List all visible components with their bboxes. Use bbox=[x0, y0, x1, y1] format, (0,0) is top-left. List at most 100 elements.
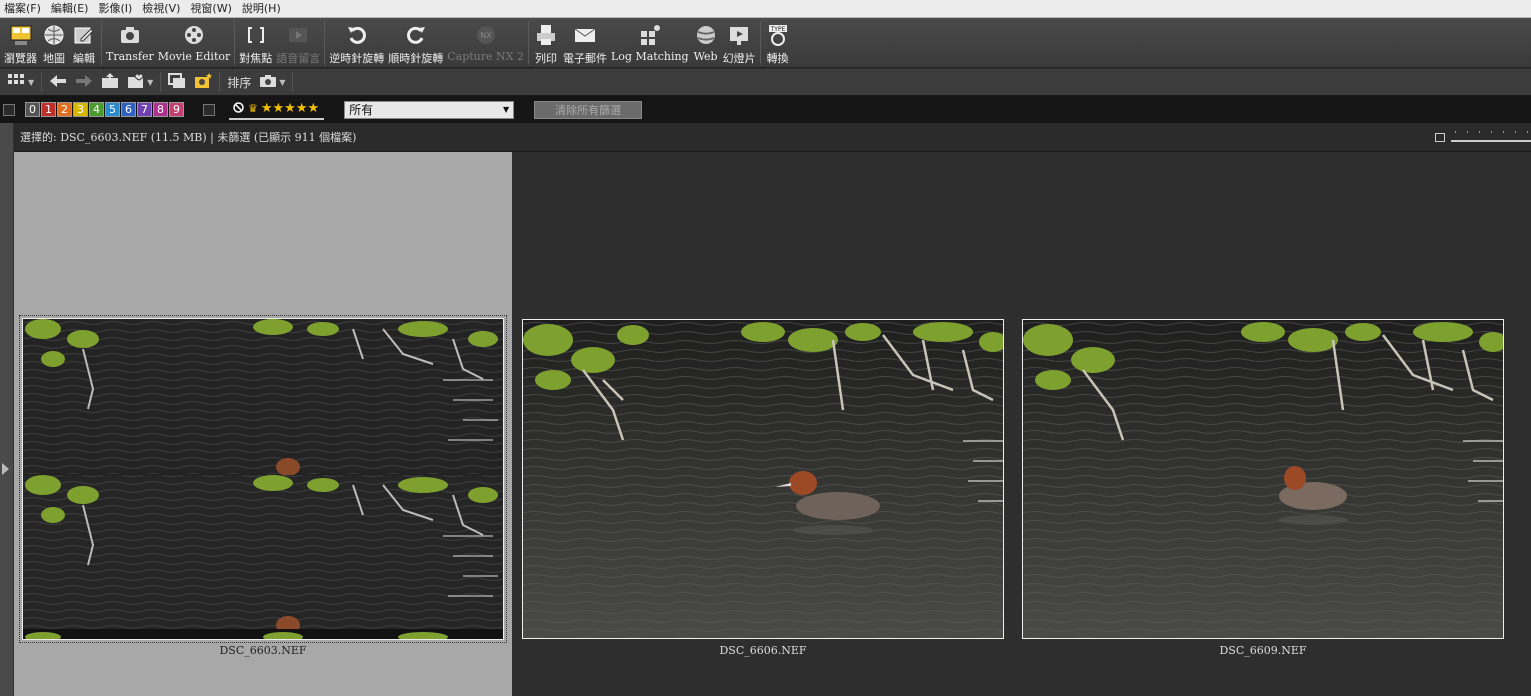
label-filter-5[interactable]: 5 bbox=[105, 102, 120, 117]
menu-help[interactable]: 說明(H) bbox=[238, 0, 287, 18]
thumbnail-cell[interactable]: DSC_6606.NEF bbox=[514, 152, 1012, 696]
svg-text:NX: NX bbox=[480, 31, 492, 40]
edit-button[interactable]: 編輯 bbox=[69, 18, 99, 66]
thumbnail-image bbox=[1023, 320, 1503, 638]
printer-icon bbox=[533, 22, 559, 48]
filter-select[interactable]: 所有 ▼ bbox=[344, 100, 515, 119]
view-mode-button[interactable]: ▼ bbox=[4, 71, 38, 93]
web-globe-icon bbox=[693, 22, 719, 48]
favorite-folder-button[interactable]: ▼ bbox=[123, 71, 157, 93]
menu-window[interactable]: 視窗(W) bbox=[186, 0, 237, 18]
label-filter-1[interactable]: 1 bbox=[41, 102, 56, 117]
expand-panel-icon[interactable] bbox=[2, 463, 9, 475]
pencil-icon bbox=[71, 22, 97, 48]
compare-button[interactable] bbox=[164, 71, 190, 93]
camera-icon bbox=[259, 74, 277, 91]
left-panel-strip[interactable] bbox=[0, 123, 14, 696]
label-filter-3[interactable]: 3 bbox=[73, 102, 88, 117]
label-filter-7[interactable]: 7 bbox=[137, 102, 152, 117]
capture-nx2-button[interactable]: NX Capture NX 2 bbox=[445, 18, 526, 66]
camera-star-icon bbox=[194, 72, 213, 92]
main-toolbar: 瀏覽器 地圖 編輯 Transfer Movie Editor 對焦點 語音留言… bbox=[0, 18, 1531, 68]
convert-button[interactable]: TYPE 轉換 bbox=[763, 18, 793, 66]
menu-view[interactable]: 檢視(V) bbox=[138, 0, 186, 18]
svg-text:TYPE: TYPE bbox=[769, 26, 785, 33]
film-reel-icon bbox=[181, 22, 207, 48]
rating-filter[interactable]: ♛ ★★★★★ bbox=[229, 100, 325, 120]
back-button[interactable] bbox=[45, 71, 71, 93]
chevron-down-icon: ▼ bbox=[147, 77, 154, 87]
thumbnail-image bbox=[523, 320, 1003, 638]
thumbnail-grid: DSC_6603.NEF DSC_6606.NEF DSC_6609.NEF bbox=[14, 152, 1531, 696]
secondary-toolbar: ▼ ▼ 排序 ▼ bbox=[0, 69, 1531, 96]
label-filter-2[interactable]: 2 bbox=[57, 102, 72, 117]
convert-type-icon: TYPE bbox=[765, 22, 791, 48]
status-bar: 選擇的: DSC_6603.NEF (11.5 MB) | 未篩選 (已顯示 9… bbox=[14, 123, 1531, 152]
thumbnail-cell[interactable]: DSC_6609.NEF bbox=[1014, 152, 1512, 696]
size-slider-track[interactable] bbox=[1451, 127, 1531, 147]
label-filter-8[interactable]: 8 bbox=[153, 102, 168, 117]
focus-bracket-icon bbox=[243, 22, 269, 48]
thumbnail-cell[interactable]: DSC_6603.NEF bbox=[14, 152, 512, 696]
focus-point-button[interactable]: 對焦點 bbox=[237, 18, 274, 66]
selection-status: 選擇的: DSC_6603.NEF (11.5 MB) | 未篩選 (已顯示 9… bbox=[20, 131, 357, 144]
globe-icon bbox=[41, 22, 67, 48]
movie-editor-button[interactable]: Movie Editor bbox=[156, 18, 233, 66]
rating-filter-checkbox[interactable] bbox=[203, 103, 215, 116]
thumbnail-size-slider[interactable] bbox=[1435, 127, 1531, 147]
slideshow-icon bbox=[726, 22, 752, 48]
browser-button[interactable]: 瀏覽器 bbox=[2, 18, 39, 66]
browser-icon bbox=[8, 22, 34, 48]
envelope-icon bbox=[572, 22, 598, 48]
voice-memo-icon bbox=[285, 22, 311, 48]
grid-icon bbox=[8, 73, 26, 91]
label-filter-6[interactable]: 6 bbox=[121, 102, 136, 117]
rating-stars: ★★★★★ bbox=[260, 101, 320, 116]
menu-file[interactable]: 檔案(F) bbox=[0, 0, 47, 18]
log-matching-button[interactable]: Log Matching bbox=[609, 18, 691, 66]
chevron-down-icon: ▼ bbox=[279, 77, 286, 87]
sort-camera-button[interactable]: ▼ bbox=[255, 71, 289, 93]
reject-trash-icon: ♛ bbox=[248, 102, 258, 115]
menu-edit[interactable]: 編輯(E) bbox=[47, 0, 95, 18]
label-filter-0[interactable]: 0 bbox=[25, 102, 40, 117]
no-rating-icon bbox=[233, 101, 244, 116]
thumbnail-frame[interactable] bbox=[19, 315, 507, 643]
arrow-left-icon bbox=[49, 74, 67, 91]
label-filter-9[interactable]: 9 bbox=[169, 102, 184, 117]
voice-memo-button[interactable]: 語音留言 bbox=[274, 18, 322, 66]
rotate-ccw-button[interactable]: 逆時針旋轉 bbox=[327, 18, 386, 66]
label-filter-checkbox[interactable] bbox=[3, 103, 15, 116]
camera-transfer-icon bbox=[117, 22, 143, 48]
thumbnail-frame[interactable] bbox=[522, 319, 1004, 639]
email-button[interactable]: 電子郵件 bbox=[561, 18, 609, 66]
transfer-button[interactable]: Transfer bbox=[104, 18, 156, 66]
chevron-down-icon: ▼ bbox=[503, 105, 510, 114]
slideshow-button[interactable]: 幻燈片 bbox=[721, 18, 758, 66]
thumbnail-frame[interactable] bbox=[1022, 319, 1504, 639]
label-filter-group: 0123456789 bbox=[25, 102, 185, 117]
menu-image[interactable]: 影像(I) bbox=[94, 0, 138, 18]
map-button[interactable]: 地圖 bbox=[39, 18, 69, 66]
arrow-right-icon bbox=[75, 74, 93, 91]
forward-button[interactable] bbox=[71, 71, 97, 93]
thumbnail-filename: DSC_6606.NEF bbox=[719, 644, 807, 657]
chevron-down-icon: ▼ bbox=[28, 77, 35, 87]
small-thumb-icon bbox=[1435, 132, 1445, 142]
label-filter-4[interactable]: 4 bbox=[89, 102, 104, 117]
print-button[interactable]: 列印 bbox=[531, 18, 561, 66]
up-folder-button[interactable] bbox=[97, 71, 123, 93]
clear-filters-button[interactable]: 清除所有篩選 bbox=[534, 100, 643, 119]
rotate-right-icon bbox=[403, 22, 429, 48]
log-matching-icon bbox=[637, 22, 663, 48]
thumbnail-image bbox=[23, 319, 503, 639]
sort-label[interactable]: 排序 bbox=[223, 74, 255, 91]
camera-settings-button[interactable] bbox=[190, 71, 216, 93]
thumbnail-filename: DSC_6603.NEF bbox=[219, 644, 307, 657]
thumbnail-filename: DSC_6609.NEF bbox=[1219, 644, 1307, 657]
rotate-cw-button[interactable]: 順時針旋轉 bbox=[386, 18, 445, 66]
web-button[interactable]: Web bbox=[691, 18, 721, 66]
stacked-windows-icon bbox=[168, 72, 186, 92]
folder-heart-icon bbox=[127, 72, 145, 92]
menu-bar: 檔案(F) 編輯(E) 影像(I) 檢視(V) 視窗(W) 說明(H) bbox=[0, 0, 1531, 18]
